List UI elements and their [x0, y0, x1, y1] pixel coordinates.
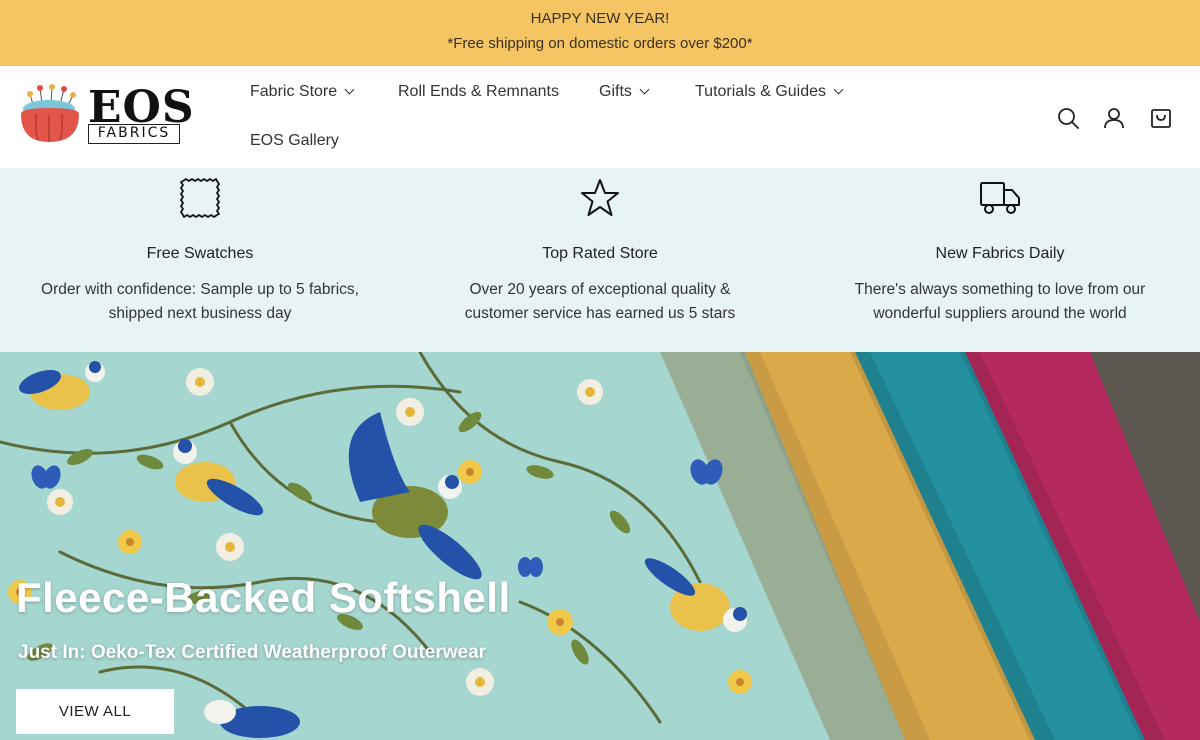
hero-title: Fleece-Backed Softshell	[16, 574, 511, 621]
star-icon	[581, 179, 619, 216]
feature-text: Over 20 years of exceptional quality & c…	[464, 281, 736, 322]
nav-fabric-store[interactable]: Fabric Store	[250, 83, 355, 101]
site-logo[interactable]: EOS FABRICS	[18, 84, 194, 150]
feature-title: Free Swatches	[146, 245, 254, 262]
nav-gallery-label: EOS Gallery	[250, 132, 339, 149]
swatch-icon	[180, 178, 220, 218]
pincushion-icon	[21, 84, 79, 142]
truck-icon	[980, 182, 1020, 214]
feature-text: Order with confidence: Sample up to 5 fa…	[41, 281, 359, 322]
nav-gifts-label: Gifts	[599, 83, 632, 100]
nav-roll-ends-label: Roll Ends & Remnants	[398, 83, 559, 100]
fabric-photo	[0, 352, 1200, 740]
nav-roll-ends[interactable]: Roll Ends & Remnants	[398, 83, 559, 101]
feature-text: There's always something to love from ou…	[854, 281, 1146, 322]
nav-gifts[interactable]: Gifts	[599, 83, 650, 101]
hero-subtitle: Just In: Oeko-Tex Certified Weatherproof…	[18, 642, 487, 663]
logo-subtitle: FABRICS	[88, 124, 180, 144]
nav-tutorials[interactable]: Tutorials & Guides	[695, 83, 844, 101]
cart-icon[interactable]	[1149, 106, 1173, 130]
nav-fabric-store-label: Fabric Store	[250, 83, 338, 100]
announcement-headline: HAPPY NEW YEAR!	[530, 10, 670, 27]
feature-title: Top Rated Store	[542, 245, 658, 262]
account-icon[interactable]	[1102, 106, 1126, 130]
view-all-button[interactable]: VIEW ALL	[16, 689, 174, 734]
site-header: EOS FABRICS Fabric Store Roll Ends & Rem…	[0, 66, 1200, 168]
features-strip: Free Swatches Order with confidence: Sam…	[0, 168, 1200, 352]
nav-gallery[interactable]: EOS Gallery	[250, 132, 339, 150]
chevron-down-icon	[344, 84, 355, 95]
announcement-bar: HAPPY NEW YEAR! *Free shipping on domest…	[0, 0, 1200, 66]
feature-title: New Fabrics Daily	[935, 245, 1065, 262]
hero-banner: Fleece-Backed Softshell Just In: Oeko-Te…	[0, 352, 1200, 740]
announcement-shipping: *Free shipping on domestic orders over $…	[447, 35, 753, 52]
chevron-down-icon	[833, 84, 844, 95]
search-icon[interactable]	[1056, 106, 1080, 130]
nav-tutorials-label: Tutorials & Guides	[695, 83, 827, 100]
chevron-down-icon	[639, 84, 650, 95]
